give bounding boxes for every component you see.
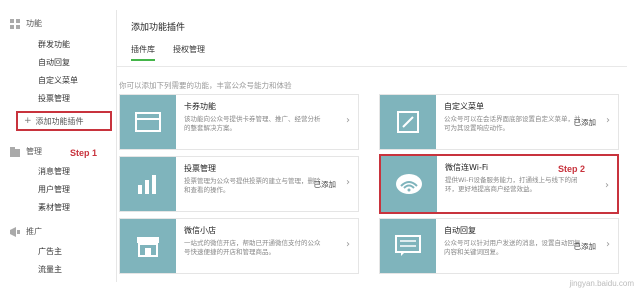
sidebar-item-auto-reply[interactable]: 自动回复 <box>38 57 70 68</box>
bar-chart-icon <box>120 157 176 211</box>
megaphone-icon <box>10 226 20 237</box>
sidebar-item-mass-send[interactable]: 群发功能 <box>38 39 70 50</box>
sidebar-group-label: 功能 <box>26 19 42 28</box>
sidebar-item-custom-menu[interactable]: 自定义菜单 <box>38 75 78 86</box>
chevron-right-icon: › <box>346 239 350 250</box>
chevron-right-icon: › <box>346 177 350 188</box>
plus-icon: + <box>24 116 32 126</box>
sidebar-group-manage: 管理 <box>10 146 42 157</box>
plugin-card-custom-menu[interactable]: 自定义菜单 公众号可以在会话界面底部设置自定义菜单，并可为其设置响应动作。 已添… <box>379 94 619 150</box>
added-status: 已添加 <box>573 242 597 251</box>
chevron-right-icon: › <box>346 115 350 126</box>
card-desc: 公众号可以针对用户发送的消息，设置自动回复内容和关键词回复。 <box>444 239 581 256</box>
plugin-card-vote[interactable]: 投票管理 投票管理为公众号提供投票的建立与管理，删除和查看的操作。 已添加 › <box>119 156 359 212</box>
app-frame: 功能 群发功能 自动回复 自定义菜单 投票管理 + 添加功能插件 管理 Step… <box>0 0 640 292</box>
sidebar-group-label: 管理 <box>26 147 42 156</box>
sidebar-group-label: 推广 <box>26 227 42 236</box>
sidebar: 功能 群发功能 自动回复 自定义菜单 投票管理 + 添加功能插件 管理 Step… <box>10 10 112 282</box>
page-title: 添加功能插件 <box>131 23 186 33</box>
chevron-right-icon: › <box>606 239 610 250</box>
plugin-card-coupon[interactable]: 卡券功能 该功能向公众号提供卡券管理、推广、经营分析的整套解决方案。 › <box>119 94 359 150</box>
tab-plugin-library[interactable]: 插件库 <box>131 44 155 61</box>
chevron-right-icon: › <box>606 115 610 126</box>
card-desc: 一站式的微信开店，帮助已开通微信支付的公众号快速便捷的开店和管理商品。 <box>184 239 321 256</box>
card-name: 自动回复 <box>444 226 476 235</box>
tabs-divider <box>117 66 627 67</box>
wifi-icon <box>381 156 437 212</box>
added-status: 已添加 <box>573 118 597 127</box>
card-name: 微信连Wi-Fi <box>445 163 489 172</box>
card-icon <box>120 95 176 149</box>
add-plugin-button[interactable]: + 添加功能插件 <box>16 111 112 131</box>
sidebar-item-users[interactable]: 用户管理 <box>38 184 70 195</box>
plugin-card-shop[interactable]: 微信小店 一站式的微信开店，帮助已开通微信支付的公众号快速便捷的开店和管理商品。… <box>119 218 359 274</box>
sidebar-item-publisher[interactable]: 流量主 <box>38 264 62 275</box>
watermark: jingyan.baidu.com <box>569 279 634 288</box>
folder-icon <box>10 146 20 157</box>
step2-annotation: Step 2 <box>557 164 585 174</box>
sidebar-group-promo: 推广 <box>10 226 42 237</box>
sidebar-item-messages[interactable]: 消息管理 <box>38 166 70 177</box>
card-name: 微信小店 <box>184 226 216 235</box>
main-panel: 添加功能插件 插件库 授权管理 你可以添加下列需要的功能，丰富公众号能力和体验 … <box>116 10 627 282</box>
sidebar-item-advertiser[interactable]: 广告主 <box>38 246 62 257</box>
added-status: 已添加 <box>313 180 337 189</box>
chevron-right-icon: › <box>605 180 609 191</box>
sidebar-item-materials[interactable]: 素材管理 <box>38 202 70 213</box>
add-plugin-label: 添加功能插件 <box>35 116 84 126</box>
card-desc: 该功能向公众号提供卡券管理、推广、经营分析的整套解决方案。 <box>184 115 321 132</box>
reply-icon <box>380 219 436 273</box>
sidebar-group-function: 功能 <box>10 18 42 29</box>
intro-text: 你可以添加下列需要的功能，丰富公众号能力和体验 <box>119 81 292 90</box>
pencil-icon <box>380 95 436 149</box>
card-name: 卡券功能 <box>184 102 216 111</box>
card-desc: 提供Wi-Fi设备服务能力，打通线上与线下的闭环，更好地提高商户经营效益。 <box>445 176 578 193</box>
card-name: 投票管理 <box>184 164 216 173</box>
tab-authorization[interactable]: 授权管理 <box>173 44 205 61</box>
card-desc: 公众号可以在会话界面底部设置自定义菜单，并可为其设置响应动作。 <box>444 115 581 132</box>
plugin-card-wifi[interactable]: 微信连Wi-Fi 提供Wi-Fi设备服务能力，打通线上与线下的闭环，更好地提高商… <box>379 154 619 214</box>
card-name: 自定义菜单 <box>444 102 484 111</box>
step1-annotation: Step 1 <box>70 148 98 158</box>
tab-bar: 插件库 授权管理 <box>131 44 223 61</box>
shop-icon <box>120 219 176 273</box>
grid-icon <box>10 18 20 29</box>
sidebar-item-vote[interactable]: 投票管理 <box>38 93 70 104</box>
plugin-card-auto-reply[interactable]: 自动回复 公众号可以针对用户发送的消息，设置自动回复内容和关键词回复。 已添加 … <box>379 218 619 274</box>
card-desc: 投票管理为公众号提供投票的建立与管理，删除和查看的操作。 <box>184 177 321 194</box>
